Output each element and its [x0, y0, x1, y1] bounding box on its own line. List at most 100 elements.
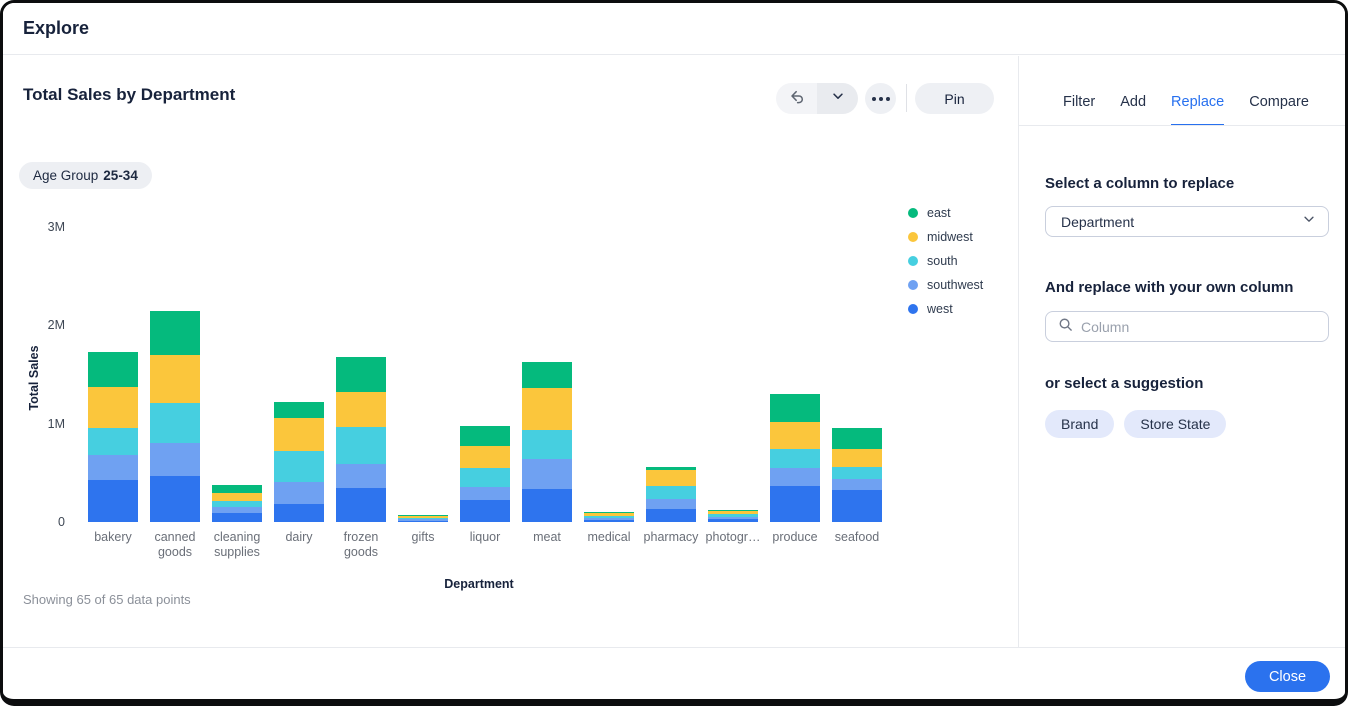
- bar-segment-dairy-midwest[interactable]: [274, 417, 324, 452]
- chevron-down-icon: [1302, 212, 1316, 231]
- legend-label: midwest: [927, 230, 973, 244]
- bar-segment-photogr…-east[interactable]: [708, 509, 758, 512]
- bar-segment-seafood-south[interactable]: [832, 466, 882, 479]
- x-tick-label: liquor: [469, 530, 501, 544]
- bar-segment-bakery-south[interactable]: [88, 428, 138, 456]
- legend-item-south[interactable]: south: [908, 249, 983, 273]
- bar-segment-pharmacy-southwest[interactable]: [646, 499, 696, 510]
- select-column-label: Select a column to replace: [1045, 175, 1235, 192]
- bar-segment-canned-goods-south[interactable]: [150, 402, 200, 444]
- bar-segment-meat-southwest[interactable]: [522, 458, 572, 489]
- dropdown-selected-value: Department: [1061, 213, 1135, 230]
- x-tick-label: bakery: [94, 530, 132, 544]
- bar-segment-canned-goods-southwest[interactable]: [150, 443, 200, 476]
- bar-segment-medical-south[interactable]: [584, 516, 634, 519]
- bar-segment-meat-south[interactable]: [522, 430, 572, 459]
- bar-segment-gifts-southwest[interactable]: [398, 519, 448, 521]
- legend-item-southwest[interactable]: southwest: [908, 273, 983, 297]
- bar-segment-gifts-south[interactable]: [398, 517, 448, 520]
- tab-add[interactable]: Add: [1120, 94, 1146, 126]
- bar-segment-photogr…-southwest[interactable]: [708, 516, 758, 520]
- bar-segment-frozen-goods-west[interactable]: [336, 487, 386, 522]
- bar-segment-liquor-east[interactable]: [460, 426, 510, 447]
- bar-segment-frozen-goods-south[interactable]: [336, 427, 386, 464]
- search-icon: [1058, 317, 1073, 337]
- bar-segment-pharmacy-midwest[interactable]: [646, 469, 696, 486]
- x-axis-title: Department: [444, 577, 514, 591]
- bar-segment-liquor-south[interactable]: [460, 467, 510, 487]
- bar-segment-produce-east[interactable]: [770, 393, 820, 422]
- bar-segment-medical-midwest[interactable]: [584, 512, 634, 517]
- column-to-replace-dropdown[interactable]: Department: [1045, 206, 1329, 237]
- suggestion-chip-store-state[interactable]: Store State: [1124, 410, 1227, 438]
- bar-segment-medical-southwest[interactable]: [584, 518, 634, 521]
- bar-segment-dairy-south[interactable]: [274, 451, 324, 482]
- pin-button[interactable]: Pin: [915, 83, 994, 114]
- bar-segment-meat-east[interactable]: [522, 362, 572, 389]
- column-search-box[interactable]: [1045, 311, 1329, 342]
- bar-segment-photogr…-midwest[interactable]: [708, 511, 758, 515]
- bar-segment-pharmacy-west[interactable]: [646, 509, 696, 522]
- close-button[interactable]: Close: [1245, 661, 1330, 692]
- bar-segment-canned-goods-east[interactable]: [150, 311, 200, 355]
- legend-item-west[interactable]: west: [908, 297, 983, 321]
- bar-segment-bakery-east[interactable]: [88, 351, 138, 388]
- bar-segment-canned-goods-west[interactable]: [150, 475, 200, 522]
- bar-segment-bakery-southwest[interactable]: [88, 455, 138, 480]
- bar-segment-gifts-midwest[interactable]: [398, 516, 448, 518]
- legend-item-east[interactable]: east: [908, 201, 983, 225]
- age-group-filter-chip[interactable]: Age Group 25-34: [19, 162, 152, 189]
- bar-segment-produce-southwest[interactable]: [770, 467, 820, 486]
- bar-segment-meat-west[interactable]: [522, 488, 572, 522]
- suggestion-chips: Brand Store State: [1045, 410, 1227, 438]
- bar-segment-dairy-east[interactable]: [274, 401, 324, 418]
- bar-segment-photogr…-west[interactable]: [708, 519, 758, 522]
- bar-segment-gifts-east[interactable]: [398, 515, 448, 517]
- dialog-title: Explore: [23, 18, 90, 38]
- bar-segment-canned-goods-midwest[interactable]: [150, 354, 200, 403]
- x-tick-label: canned goods: [154, 530, 196, 559]
- bar-segment-pharmacy-east[interactable]: [646, 466, 696, 470]
- bar-segment-gifts-west[interactable]: [398, 520, 448, 522]
- bar-segment-frozen-goods-southwest[interactable]: [336, 463, 386, 488]
- bar-segment-liquor-midwest[interactable]: [460, 446, 510, 468]
- bar-segment-pharmacy-south[interactable]: [646, 485, 696, 500]
- bar-segment-frozen-goods-midwest[interactable]: [336, 391, 386, 428]
- bar-segment-produce-midwest[interactable]: [770, 421, 820, 450]
- bar-segment-meat-midwest[interactable]: [522, 388, 572, 431]
- y-tick-label: 2M: [47, 318, 65, 332]
- bar-segment-dairy-southwest[interactable]: [274, 481, 324, 505]
- bar-segment-bakery-west[interactable]: [88, 479, 138, 522]
- bar-segment-frozen-goods-east[interactable]: [336, 356, 386, 392]
- bar-segment-produce-south[interactable]: [770, 449, 820, 468]
- column-search-input[interactable]: [1081, 318, 1318, 335]
- bar-segment-bakery-midwest[interactable]: [88, 387, 138, 429]
- replace-with-label: And replace with your own column: [1045, 279, 1294, 296]
- tab-filter[interactable]: Filter: [1063, 94, 1095, 126]
- legend-item-midwest[interactable]: midwest: [908, 225, 983, 249]
- more-options-button[interactable]: [865, 83, 896, 114]
- bar-segment-medical-west[interactable]: [584, 520, 634, 522]
- bar-segment-produce-west[interactable]: [770, 485, 820, 522]
- bar-segment-liquor-southwest[interactable]: [460, 486, 510, 501]
- dialog-header: Explore: [3, 3, 1345, 55]
- tab-replace[interactable]: Replace: [1171, 94, 1225, 126]
- tab-compare[interactable]: Compare: [1249, 94, 1309, 126]
- bar-segment-cleaning-supplies-east[interactable]: [212, 484, 262, 494]
- bar-segment-seafood-west[interactable]: [832, 490, 882, 522]
- bar-segment-dairy-west[interactable]: [274, 504, 324, 522]
- bar-segment-seafood-midwest[interactable]: [832, 449, 882, 467]
- bar-segment-cleaning-supplies-west[interactable]: [212, 513, 262, 522]
- bar-segment-photogr…-south[interactable]: [708, 514, 758, 517]
- bar-segment-seafood-east[interactable]: [832, 428, 882, 450]
- bar-segment-cleaning-supplies-south[interactable]: [212, 501, 262, 508]
- bar-segment-seafood-southwest[interactable]: [832, 478, 882, 491]
- bar-segment-liquor-west[interactable]: [460, 500, 510, 522]
- bar-segment-cleaning-supplies-southwest[interactable]: [212, 507, 262, 514]
- undo-button[interactable]: [776, 83, 817, 114]
- undo-split-button[interactable]: [776, 83, 858, 114]
- bar-segment-cleaning-supplies-midwest[interactable]: [212, 493, 262, 502]
- suggestion-chip-brand[interactable]: Brand: [1045, 410, 1115, 438]
- undo-menu-button[interactable]: [817, 83, 858, 114]
- tabs-border: [1019, 125, 1345, 126]
